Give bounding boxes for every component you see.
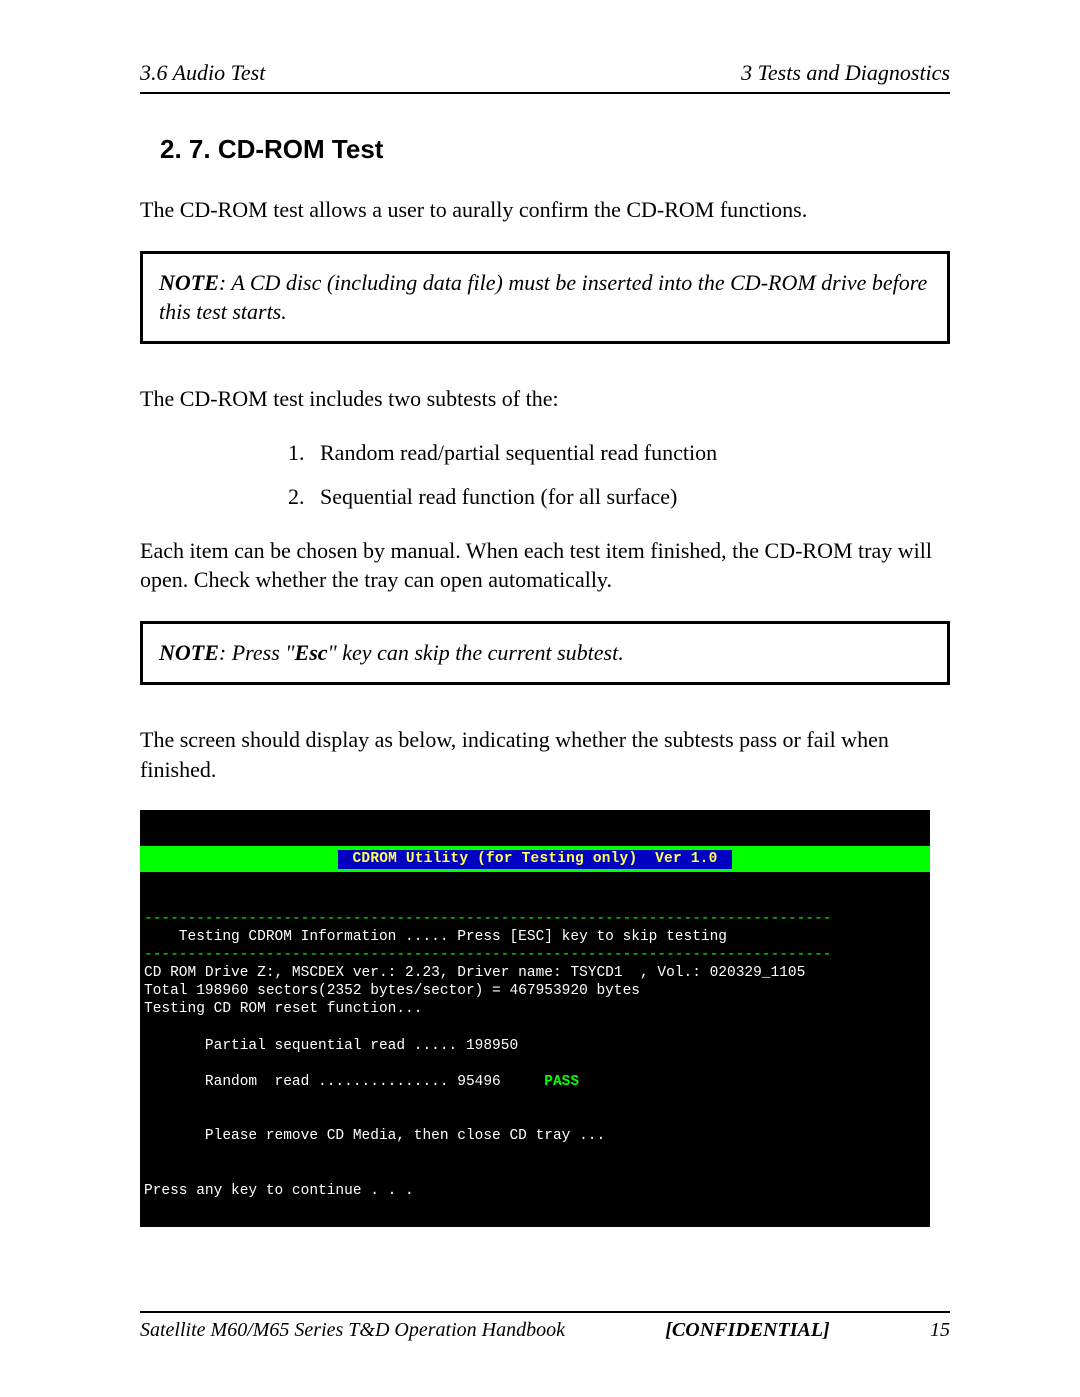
header-right: 3 Tests and Diagnostics: [741, 60, 950, 86]
terminal-dash-line: ----------------------------------------…: [144, 947, 831, 963]
terminal-line: Total 198960 sectors(2352 bytes/sector) …: [144, 983, 640, 999]
document-page: 3.6 Audio Test 3 Tests and Diagnostics 2…: [0, 0, 1080, 1397]
terminal-title-bar: CDROM Utility (for Testing only) Ver 1.0: [140, 846, 930, 871]
header-left: 3.6 Audio Test: [140, 60, 265, 86]
terminal-line: Random read ............... 95496: [144, 1074, 544, 1090]
terminal-screenshot: CDROM Utility (for Testing only) Ver 1.0…: [140, 810, 930, 1227]
note-label: NOTE: [159, 640, 219, 665]
note-box-1: NOTE: A CD disc (including data file) mu…: [140, 251, 950, 344]
terminal-line: Testing CD ROM reset function...: [144, 1001, 422, 1017]
after-list-paragraph: Each item can be chosen by manual. When …: [140, 536, 950, 595]
terminal-line: Partial sequential read ..... 198950: [144, 1038, 518, 1054]
header-rule: [140, 92, 950, 94]
footer-rule: [140, 1311, 950, 1313]
terminal-dash-line: ----------------------------------------…: [144, 911, 831, 927]
footer-center: [CONFIDENTIAL]: [665, 1319, 829, 1342]
terminal-body: ----------------------------------------…: [140, 908, 930, 1200]
terminal-title: CDROM Utility (for Testing only) Ver 1.0: [338, 850, 733, 868]
note-label: NOTE: [159, 270, 219, 295]
note-key: Esc: [295, 640, 328, 665]
terminal-line: Press any key to continue . . .: [144, 1183, 414, 1199]
list-item: Random read/partial sequential read func…: [310, 440, 950, 466]
note-body: : A CD disc (including data file) must b…: [159, 270, 927, 325]
subtests-list: Random read/partial sequential read func…: [140, 440, 950, 510]
footer-row: Satellite M60/M65 Series T&D Operation H…: [140, 1319, 950, 1342]
section-heading: 2. 7. CD-ROM Test: [160, 134, 950, 165]
page-header: 3.6 Audio Test 3 Tests and Diagnostics: [140, 60, 950, 86]
page-footer: Satellite M60/M65 Series T&D Operation H…: [140, 1311, 950, 1342]
footer-right: 15: [930, 1319, 950, 1342]
note-box-2: NOTE: Press "Esc" key can skip the curre…: [140, 621, 950, 685]
note-body-pre: : Press ": [219, 640, 295, 665]
terminal-pass: PASS: [544, 1074, 579, 1090]
intro-paragraph: The CD-ROM test allows a user to aurally…: [140, 195, 950, 225]
footer-left: Satellite M60/M65 Series T&D Operation H…: [140, 1319, 565, 1342]
screen-intro-paragraph: The screen should display as below, indi…: [140, 725, 950, 784]
list-item: Sequential read function (for all surfac…: [310, 484, 950, 510]
subtests-intro: The CD-ROM test includes two subtests of…: [140, 384, 950, 414]
note-body-post: " key can skip the current subtest.: [328, 640, 624, 665]
terminal-line: CD ROM Drive Z:, MSCDEX ver.: 2.23, Driv…: [144, 965, 805, 981]
terminal-line: Please remove CD Media, then close CD tr…: [144, 1128, 605, 1144]
terminal-line: Testing CDROM Information ..... Press [E…: [144, 929, 727, 945]
